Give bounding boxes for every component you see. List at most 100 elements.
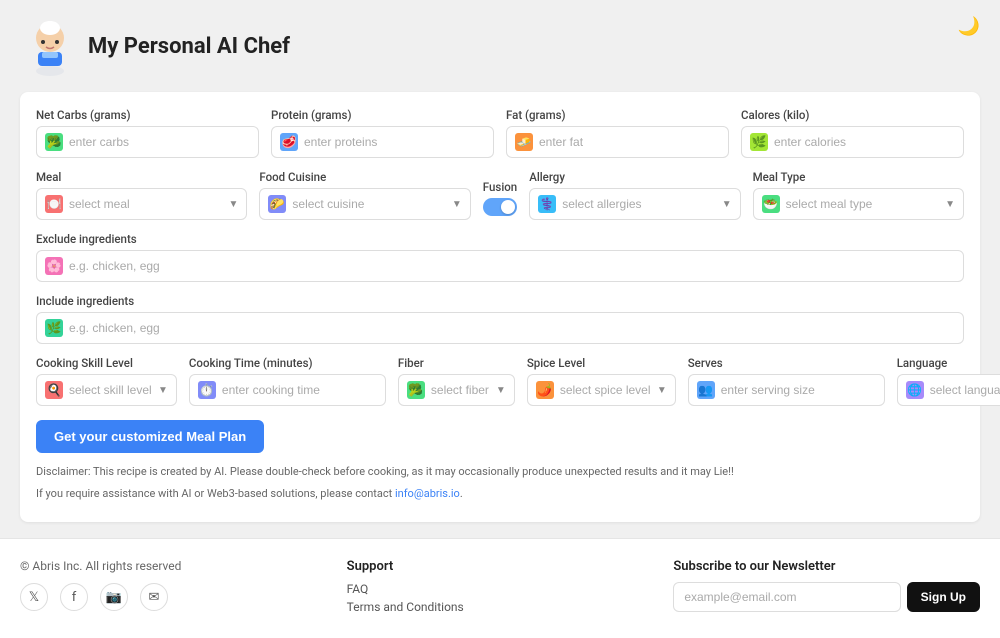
meal-type-chevron-icon: ▼: [945, 199, 955, 210]
field-fat: Fat (grams) 🧈: [506, 108, 729, 158]
fat-icon: 🧈: [515, 133, 533, 151]
skill-chevron-icon: ▼: [158, 385, 168, 396]
spice-chevron-icon: ▼: [657, 385, 667, 396]
calories-input[interactable]: [774, 135, 955, 149]
footer-left: © Abris Inc. All rights reserved 𝕏 f 📷 ✉: [20, 559, 327, 618]
skill-select[interactable]: select skill level: [69, 383, 152, 397]
chef-logo: [20, 16, 80, 76]
field-spice: Spice Level 🌶️ select spice level ▼: [527, 356, 676, 406]
serves-input[interactable]: [721, 383, 876, 397]
fat-input[interactable]: [539, 135, 720, 149]
meal-select[interactable]: select meal: [69, 197, 222, 211]
field-allergy: Allergy ⚕️ select allergies ▼: [529, 170, 740, 220]
app-header: My Personal AI Chef: [20, 16, 980, 76]
carbs-icon: 🥦: [45, 133, 63, 151]
allergy-select[interactable]: select allergies: [562, 197, 716, 211]
fiber-select-wrapper[interactable]: 🥦 select fiber ▼: [398, 374, 515, 406]
fusion-toggle-wrapper: Fusion: [483, 180, 517, 220]
cooking-time-input[interactable]: [222, 383, 377, 397]
calories-label: Calores (kilo): [741, 108, 964, 122]
exclude-icon: 🌸: [45, 257, 63, 275]
meal-form: Net Carbs (grams) 🥦 Protein (grams) 🥩 Fa…: [20, 92, 980, 522]
get-plan-button[interactable]: Get your customized Meal Plan: [36, 420, 264, 453]
cooking-time-input-wrapper[interactable]: ⏱️: [189, 374, 386, 406]
protein-icon: 🥩: [280, 133, 298, 151]
terms-link[interactable]: Terms and Conditions: [347, 600, 654, 614]
language-select[interactable]: select language: [930, 383, 1000, 397]
footer-newsletter: Subscribe to our Newsletter Sign Up: [673, 559, 980, 618]
language-label: Language: [897, 356, 1000, 370]
net-carbs-input-wrapper[interactable]: 🥦: [36, 126, 259, 158]
field-calories: Calores (kilo) 🌿: [741, 108, 964, 158]
spice-label: Spice Level: [527, 356, 676, 370]
include-input-wrapper[interactable]: 🌿: [36, 312, 964, 344]
moon-icon: 🌙: [958, 16, 980, 36]
footer: © Abris Inc. All rights reserved 𝕏 f 📷 ✉…: [0, 538, 1000, 638]
fat-input-wrapper[interactable]: 🧈: [506, 126, 729, 158]
email-icon[interactable]: ✉: [140, 583, 168, 611]
allergy-select-wrapper[interactable]: ⚕️ select allergies ▼: [529, 188, 740, 220]
net-carbs-label: Net Carbs (grams): [36, 108, 259, 122]
exclude-input[interactable]: [69, 259, 955, 273]
disclaimer-period: .: [460, 487, 463, 500]
fat-label: Fat (grams): [506, 108, 729, 122]
meal-chevron-icon: ▼: [228, 199, 238, 210]
spice-select-wrapper[interactable]: 🌶️ select spice level ▼: [527, 374, 676, 406]
calories-input-wrapper[interactable]: 🌿: [741, 126, 964, 158]
fiber-label: Fiber: [398, 356, 515, 370]
row-exclude: Exclude ingredients 🌸: [36, 232, 964, 282]
dark-mode-button[interactable]: 🌙: [958, 16, 980, 37]
fiber-select[interactable]: select fiber: [431, 383, 490, 397]
food-cuisine-select-wrapper[interactable]: 🌮 select cuisine ▼: [259, 188, 470, 220]
protein-input-wrapper[interactable]: 🥩: [271, 126, 494, 158]
newsletter-signup-button[interactable]: Sign Up: [907, 582, 980, 612]
allergy-icon: ⚕️: [538, 195, 556, 213]
protein-input[interactable]: [304, 135, 485, 149]
row-include: Include ingredients 🌿: [36, 294, 964, 344]
exclude-input-wrapper[interactable]: 🌸: [36, 250, 964, 282]
field-protein: Protein (grams) 🥩: [271, 108, 494, 158]
food-cuisine-label: Food Cuisine: [259, 170, 470, 184]
support-title: Support: [347, 559, 654, 574]
meal-type-label: Meal Type: [753, 170, 964, 184]
meal-label: Meal: [36, 170, 247, 184]
language-select-wrapper[interactable]: 🌐 select language ▼: [897, 374, 1000, 406]
time-icon: ⏱️: [198, 381, 216, 399]
field-language: Language 🌐 select language ▼: [897, 356, 1000, 406]
net-carbs-input[interactable]: [69, 135, 250, 149]
facebook-icon[interactable]: f: [60, 583, 88, 611]
protein-label: Protein (grams): [271, 108, 494, 122]
include-icon: 🌿: [45, 319, 63, 337]
include-label: Include ingredients: [36, 294, 964, 308]
newsletter-email-input[interactable]: [673, 582, 900, 612]
disclaimer-link[interactable]: info@abris.io: [395, 487, 460, 500]
skill-label: Cooking Skill Level: [36, 356, 177, 370]
skill-icon: 🍳: [45, 381, 63, 399]
food-cuisine-select[interactable]: select cuisine: [292, 197, 446, 211]
fusion-toggle[interactable]: [483, 198, 517, 216]
fiber-chevron-icon: ▼: [496, 385, 506, 396]
include-input[interactable]: [69, 321, 955, 335]
faq-link[interactable]: FAQ: [347, 582, 654, 596]
meal-select-wrapper[interactable]: 🍽️ select meal ▼: [36, 188, 247, 220]
serves-input-wrapper[interactable]: 👥: [688, 374, 885, 406]
twitter-icon[interactable]: 𝕏: [20, 583, 48, 611]
field-serves: Serves 👥: [688, 356, 885, 406]
field-net-carbs: Net Carbs (grams) 🥦: [36, 108, 259, 158]
serves-icon: 👥: [697, 381, 715, 399]
allergy-chevron-icon: ▼: [722, 199, 732, 210]
allergy-label: Allergy: [529, 170, 740, 184]
instagram-icon[interactable]: 📷: [100, 583, 128, 611]
meal-type-select[interactable]: select meal type: [786, 197, 940, 211]
cooking-time-label: Cooking Time (minutes): [189, 356, 386, 370]
social-icons: 𝕏 f 📷 ✉: [20, 583, 327, 611]
meal-type-select-wrapper[interactable]: 🥗 select meal type ▼: [753, 188, 964, 220]
cuisine-icon: 🌮: [268, 195, 286, 213]
meal-icon: 🍽️: [45, 195, 63, 213]
newsletter-title: Subscribe to our Newsletter: [673, 559, 980, 574]
skill-select-wrapper[interactable]: 🍳 select skill level ▼: [36, 374, 177, 406]
field-fiber: Fiber 🥦 select fiber ▼: [398, 356, 515, 406]
calories-icon: 🌿: [750, 133, 768, 151]
spice-select[interactable]: select spice level: [560, 383, 651, 397]
spice-icon: 🌶️: [536, 381, 554, 399]
